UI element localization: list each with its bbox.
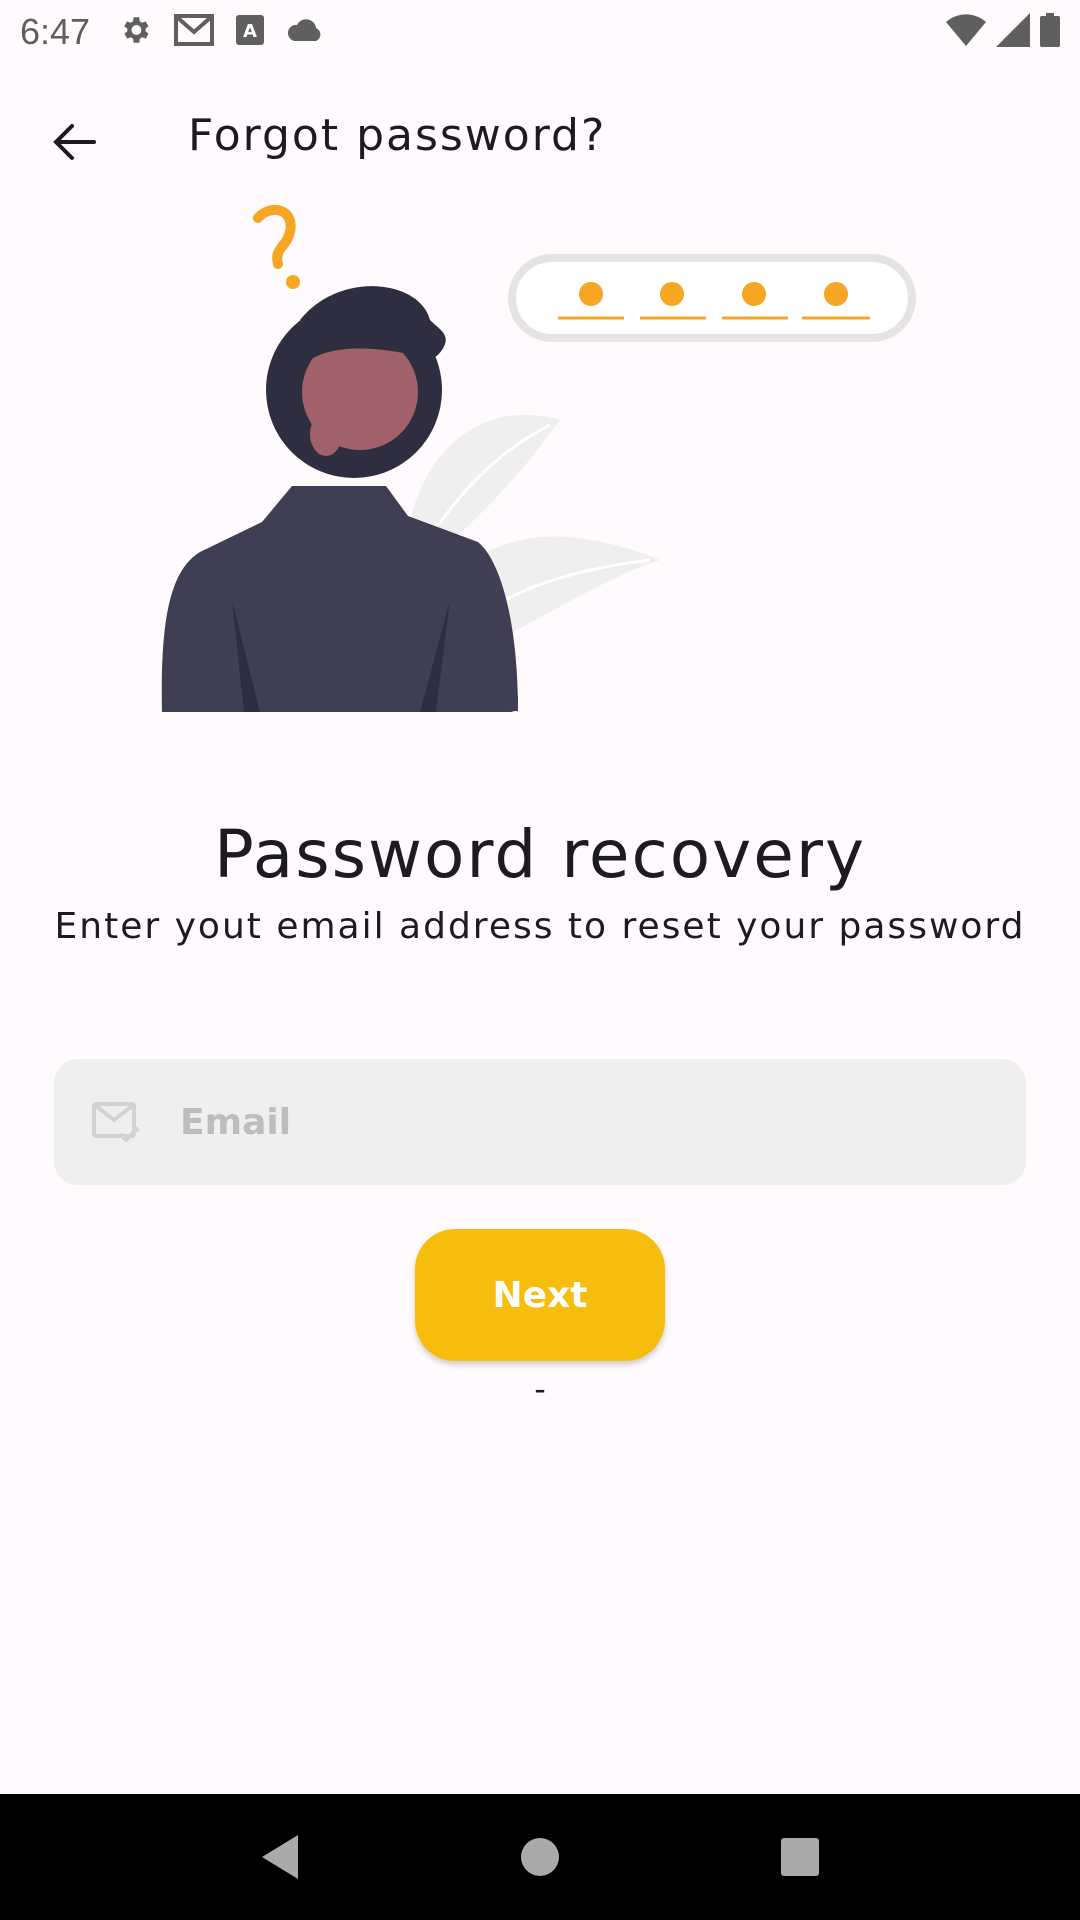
next-button[interactable]: Next <box>415 1229 665 1361</box>
status-time: 6:47 <box>20 11 91 52</box>
keyboard-icon: A <box>236 15 265 49</box>
mail-check-icon <box>92 1102 140 1142</box>
nav-back-button[interactable] <box>240 1817 320 1897</box>
signal-icon <box>996 13 1030 51</box>
battery-icon <box>1040 13 1060 51</box>
forgot-password-illustration <box>140 200 940 720</box>
nav-home-button[interactable] <box>500 1817 580 1897</box>
settings-icon <box>118 13 152 51</box>
recovery-subheading: Enter yout email address to reset your p… <box>54 906 1026 947</box>
status-notification-icons: A <box>118 13 324 51</box>
app-bar: Forgot password? <box>0 80 1080 190</box>
gmail-icon <box>174 14 215 50</box>
svg-text:A: A <box>243 21 257 42</box>
status-system-icons <box>946 13 1060 51</box>
system-nav-bar <box>0 1794 1080 1920</box>
recovery-heading: Password recovery <box>213 816 867 893</box>
cloud-icon <box>286 18 324 46</box>
page-title: Forgot password? <box>188 110 607 161</box>
password-dots-pill <box>508 254 916 342</box>
email-field[interactable] <box>54 1059 1026 1185</box>
nav-recents-button[interactable] <box>760 1817 840 1897</box>
arrow-back-icon <box>53 124 96 160</box>
wifi-icon <box>946 14 986 50</box>
recents-square-icon <box>781 1838 819 1876</box>
dash-text: - <box>534 1370 546 1408</box>
status-bar: 6:47 A <box>0 0 1080 64</box>
email-input[interactable] <box>180 1059 1026 1185</box>
home-circle-icon <box>521 1838 559 1876</box>
back-triangle-icon <box>262 1835 298 1879</box>
back-button[interactable] <box>36 104 112 180</box>
question-mark-icon <box>253 205 296 269</box>
